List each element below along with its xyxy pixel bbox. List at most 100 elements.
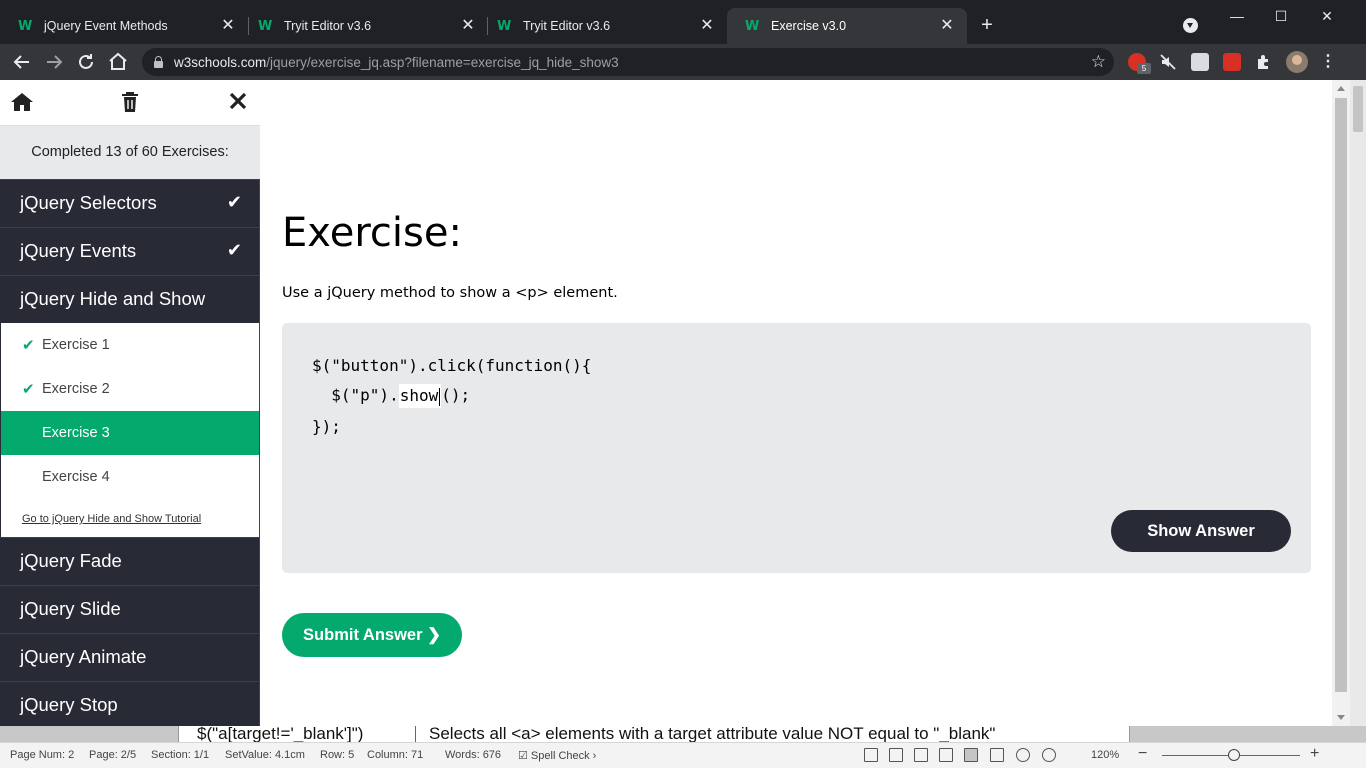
sidebar-category-stop[interactable]: jQuery Stop <box>0 681 260 726</box>
reload-icon[interactable] <box>74 50 98 74</box>
mute-extension-icon[interactable] <box>1159 53 1177 71</box>
spell-check-toggle[interactable]: ☑ Spell Check › <box>518 749 596 762</box>
sidebar-category-animate[interactable]: jQuery Animate <box>0 633 260 681</box>
screenshot-extension-icon[interactable] <box>1191 53 1209 71</box>
tab-close-icon[interactable]: ✕ <box>458 16 478 36</box>
zoom-level[interactable]: 120% <box>1091 749 1119 761</box>
sidebar-category-hide-and-show[interactable]: jQuery Hide and Show <box>0 275 260 323</box>
zoom-in-icon[interactable]: + <box>1310 745 1319 763</box>
tab-tryit-editor-2[interactable]: W Tryit Editor v3.6 ✕ <box>479 8 727 44</box>
tab-close-icon[interactable]: ✕ <box>218 16 238 36</box>
category-label: jQuery Selectors <box>20 192 157 213</box>
video-extension-icon[interactable] <box>1223 53 1241 71</box>
forward-arrow-icon[interactable] <box>42 50 66 74</box>
sidebar-category-selectors[interactable]: jQuery Selectors ✔ <box>0 179 260 227</box>
page-view-icon[interactable] <box>964 748 978 762</box>
table-cell-selector: $("a[target!='_blank']") <box>197 726 364 742</box>
tab-exercise-active[interactable]: W Exercise v3.0 ✕ <box>727 8 967 44</box>
check-icon: ✔ <box>22 380 35 398</box>
exercise-item-4[interactable]: Exercise 4 <box>1 455 259 499</box>
full-screen-icon[interactable] <box>914 748 928 762</box>
sidebar-toolbar <box>0 80 260 126</box>
status-page[interactable]: Page: 2/5 <box>89 749 136 761</box>
scroll-up-arrow-icon[interactable] <box>1337 86 1345 91</box>
url-host: w3schools.com <box>174 55 267 70</box>
w3schools-favicon-icon: W <box>497 18 512 34</box>
eye-protection-icon[interactable] <box>1042 748 1056 762</box>
trash-icon[interactable] <box>117 91 143 115</box>
zoom-out-icon[interactable]: − <box>1138 745 1147 763</box>
status-page-num[interactable]: Page Num: 2 <box>10 749 74 761</box>
status-row[interactable]: Row: 5 <box>320 749 354 761</box>
spell-check-arrow-icon: › <box>589 750 597 762</box>
home-icon[interactable] <box>9 91 35 115</box>
status-words[interactable]: Words: 676 <box>445 749 501 761</box>
exercise-label: Exercise 1 <box>42 337 110 353</box>
web-layout-icon[interactable] <box>1016 748 1030 762</box>
browser-menu-icon[interactable]: ⋮ <box>1320 52 1336 72</box>
status-set-value[interactable]: SetValue: 4.1cm <box>225 749 305 761</box>
new-tab-icon[interactable]: + <box>976 14 998 36</box>
sidebar-category-events[interactable]: jQuery Events ✔ <box>0 227 260 275</box>
close-icon[interactable] <box>225 91 251 115</box>
code-line-1: $("button").click(function(){ <box>312 356 592 375</box>
outline-view-icon[interactable] <box>990 748 1004 762</box>
code-line-2: $("p").show (); <box>312 384 470 408</box>
background-scrollbar-thumb <box>1353 86 1363 132</box>
tab-jquery-event-methods[interactable]: W jQuery Event Methods ✕ <box>0 8 248 44</box>
sidebar-category-slide[interactable]: jQuery Slide <box>0 585 260 633</box>
tab-title: Tryit Editor v3.6 <box>523 19 611 33</box>
background-window-margin <box>1130 726 1366 742</box>
status-section[interactable]: Section: 1/1 <box>151 749 209 761</box>
exercise-item-3-current[interactable]: Exercise 3 <box>1 411 259 455</box>
lock-icon[interactable] <box>154 56 163 68</box>
category-label: jQuery Fade <box>20 550 122 571</box>
w3schools-favicon-icon: W <box>258 18 273 34</box>
focus-mode-icon[interactable] <box>864 748 878 762</box>
submit-answer-button[interactable]: Submit Answer ❯ <box>282 613 462 657</box>
background-window-margin <box>0 726 178 742</box>
check-icon: ✔ <box>226 240 242 261</box>
page-scrollbar[interactable] <box>1332 80 1350 726</box>
home-icon[interactable] <box>106 50 130 74</box>
background-document-table: $("a[target!='_blank']") Selects all <a>… <box>178 726 1130 742</box>
scrollbar-thumb[interactable] <box>1335 98 1347 692</box>
status-column[interactable]: Column: 71 <box>367 749 423 761</box>
url-path: /jquery/exercise_jq.asp?filename=exercis… <box>266 55 619 70</box>
zoom-slider-thumb[interactable] <box>1228 749 1240 761</box>
address-bar[interactable]: w3schools.com/jquery/exercise_jq.asp?fil… <box>142 48 1114 76</box>
scroll-down-arrow-icon[interactable] <box>1337 715 1345 720</box>
bookmark-star-icon[interactable]: ☆ <box>1091 51 1106 73</box>
puzzle-extensions-icon[interactable] <box>1255 53 1273 71</box>
url-text[interactable]: w3schools.com/jquery/exercise_jq.asp?fil… <box>174 55 619 70</box>
maximize-icon[interactable]: ☐ <box>1266 4 1296 28</box>
extension-badge: 5 <box>1137 63 1151 74</box>
table-cell-description: Selects all <a> elements with a target a… <box>429 726 996 742</box>
window-close-icon[interactable]: ✕ <box>1312 4 1342 28</box>
exercise-item-1[interactable]: ✔ Exercise 1 <box>1 323 259 367</box>
minimize-icon[interactable]: — <box>1222 4 1252 28</box>
show-answer-button[interactable]: Show Answer <box>1111 510 1291 552</box>
tab-close-icon[interactable]: ✕ <box>937 16 957 36</box>
exercise-label: Exercise 4 <box>42 469 110 485</box>
code-line-2-start: $("p"). <box>312 385 399 405</box>
browser-toolbar: w3schools.com/jquery/exercise_jq.asp?fil… <box>0 44 1366 80</box>
exercise-item-2[interactable]: ✔ Exercise 2 <box>1 367 259 411</box>
reading-layout-icon[interactable] <box>939 748 953 762</box>
tab-tryit-editor-1[interactable]: W Tryit Editor v3.6 ✕ <box>240 8 488 44</box>
tab-title: jQuery Event Methods <box>44 19 168 33</box>
profile-avatar[interactable] <box>1286 51 1308 73</box>
tab-close-icon[interactable]: ✕ <box>697 16 717 36</box>
exercise-label: Exercise 2 <box>42 381 110 397</box>
exercise-label: Exercise 3 <box>42 425 110 441</box>
back-arrow-icon[interactable] <box>10 50 34 74</box>
tab-search-dropdown-icon[interactable] <box>1183 18 1198 33</box>
browser-tab-bar: W jQuery Event Methods ✕ W Tryit Editor … <box>0 0 1366 44</box>
protect-eye-icon[interactable] <box>889 748 903 762</box>
tutorial-link[interactable]: Go to jQuery Hide and Show Tutorial <box>22 513 201 525</box>
sidebar-category-fade[interactable]: jQuery Fade <box>0 537 260 585</box>
category-label: jQuery Animate <box>20 646 147 667</box>
category-label: jQuery Hide and Show <box>20 288 206 309</box>
answer-input[interactable]: show <box>398 384 442 408</box>
exercise-progress-text: Completed 13 of 60 Exercises: <box>0 126 260 179</box>
